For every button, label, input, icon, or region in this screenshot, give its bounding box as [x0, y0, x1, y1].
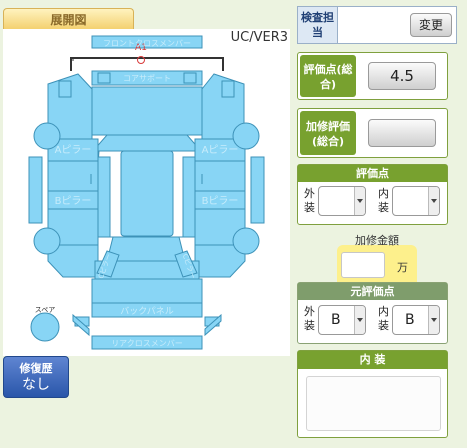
part-rear-glass[interactable]: [106, 236, 186, 262]
original-interior-value: B: [405, 312, 415, 328]
diagram-panel: A1 フロントクロスメンバー コアサポート Aピラー Aピラー Bピラー Bピラ…: [3, 29, 290, 356]
part-hood[interactable]: [91, 86, 203, 136]
repair-amount-input[interactable]: [341, 252, 385, 278]
label-core-support: コアサポート: [123, 74, 171, 83]
label-spare: スペア: [35, 306, 56, 314]
label-rear-cross-member: リアクロスメンバー: [111, 339, 183, 348]
repair-amount-label: 加修金額: [355, 234, 399, 247]
wheel-rear-right[interactable]: [232, 227, 260, 255]
part-windshield[interactable]: [91, 134, 203, 152]
evaluation-section: 評価点 外装 内装: [297, 164, 448, 225]
repair-amount-unit: 万: [397, 261, 408, 274]
overall-score-section: 評価点(総合) 4.5: [297, 52, 448, 100]
label-b-pillar-left: Bピラー: [55, 195, 92, 207]
label-back-panel: バックパネル: [120, 306, 174, 317]
repair-history-label: 修復歴: [19, 362, 53, 375]
inspector-section: 検査担当 変更: [297, 6, 457, 44]
inspector-label: 検査担当: [298, 7, 338, 43]
label-a-pillar-right: Aピラー: [202, 144, 239, 156]
added-repair-score-section: 加修評価(総合): [297, 108, 448, 158]
label-front-cross-member: フロントクロスメンバー: [103, 39, 191, 48]
interior-notes-section: 内 装: [297, 350, 448, 438]
front-right-small-panel: [221, 80, 235, 98]
original-interior-label: 内装: [378, 305, 389, 332]
overall-score-label: 評価点(総合): [300, 55, 356, 97]
change-inspector-button[interactable]: 変更: [410, 13, 452, 37]
original-exterior-label: 外装: [304, 305, 315, 332]
repair-history-button[interactable]: 修復歴 なし: [3, 356, 69, 398]
core-support-right-block: [183, 72, 197, 84]
repair-history-value: なし: [22, 377, 50, 393]
part-roof[interactable]: [120, 150, 174, 237]
original-exterior-select[interactable]: B: [318, 305, 366, 335]
left-inner-strip: [97, 156, 111, 238]
evaluation-exterior-select[interactable]: [318, 186, 366, 216]
wheel-rear-left[interactable]: [33, 227, 61, 255]
part-left-sill[interactable]: [28, 156, 43, 224]
chevron-down-icon: [428, 187, 439, 215]
label-a-pillar-left: Aピラー: [55, 144, 92, 156]
evaluation-interior-label: 内装: [378, 187, 389, 214]
wheel-spare[interactable]: [30, 312, 60, 342]
diagram-version: UC/VER3: [230, 30, 288, 45]
overall-score-button[interactable]: 4.5: [368, 62, 436, 90]
original-interior-select[interactable]: B: [392, 305, 440, 335]
added-repair-score-button[interactable]: [368, 119, 436, 147]
original-evaluation-title: 元評価点: [298, 283, 447, 300]
evaluation-title: 評価点: [298, 165, 447, 182]
interior-notes-title: 内 装: [298, 351, 447, 369]
car-development-diagram: A1 フロントクロスメンバー コアサポート Aピラー Aピラー Bピラー Bピラ…: [28, 35, 265, 350]
original-evaluation-section: 元評価点 外装 B 内装 B: [297, 282, 448, 344]
evaluation-interior-select[interactable]: [392, 186, 440, 216]
front-left-small-panel: [58, 80, 72, 98]
chevron-down-icon: [428, 306, 439, 334]
part-right-sill[interactable]: [250, 156, 265, 224]
diagram-tab[interactable]: 展開図: [3, 8, 134, 30]
core-support-left-block: [97, 72, 111, 84]
right-inner-strip: [182, 156, 196, 238]
label-b-pillar-right: Bピラー: [202, 195, 239, 207]
chevron-down-icon: [354, 187, 365, 215]
added-repair-score-label: 加修評価(総合): [300, 111, 356, 155]
interior-notes-textarea[interactable]: [306, 376, 441, 431]
front-bumper-outline: [70, 57, 224, 71]
original-exterior-value: B: [331, 312, 341, 328]
evaluation-exterior-label: 外装: [304, 187, 315, 214]
chevron-down-icon: [354, 306, 365, 334]
